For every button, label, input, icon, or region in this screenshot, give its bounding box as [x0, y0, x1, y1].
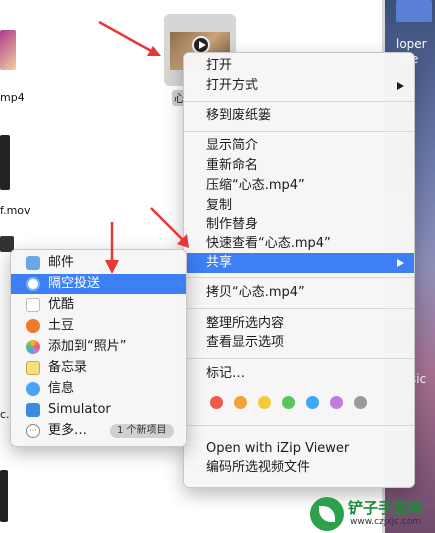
- share-item-youku[interactable]: 优酷: [11, 295, 186, 315]
- menu-item-compress[interactable]: 压缩“心态.mp4”: [184, 176, 414, 196]
- menu-separator: [184, 358, 414, 359]
- share-submenu: 邮件 隔空投送 优酷 土豆 添加到“照片” 备忘录 信息 Simulator ·…: [10, 249, 187, 447]
- share-item-label: 隔空投送: [48, 276, 101, 291]
- red-arrow-to-file: [98, 20, 161, 56]
- tag-yellow-dot[interactable]: [258, 396, 271, 409]
- menu-item-clean-up[interactable]: 整理所选内容: [184, 314, 414, 334]
- tag-purple-dot[interactable]: [330, 396, 343, 409]
- menu-item-encode-video[interactable]: 编码所选视频文件: [184, 458, 414, 478]
- share-item-label: 备忘录: [48, 360, 88, 375]
- share-item-label: 添加到“照片”: [48, 339, 127, 354]
- file-thumbnail[interactable]: [0, 135, 10, 190]
- watermark-url: www.czjxjc.com: [350, 517, 422, 527]
- mail-icon: [26, 256, 40, 270]
- share-item-mail[interactable]: 邮件: [11, 253, 186, 273]
- menu-separator: [184, 101, 414, 102]
- menu-item-open-with[interactable]: 打开方式: [184, 76, 414, 96]
- shovel-logo-icon: [310, 497, 344, 531]
- share-item-tudou[interactable]: 土豆: [11, 316, 186, 336]
- menu-item-label: 打开方式: [206, 78, 259, 93]
- file-thumbnail[interactable]: [0, 470, 8, 522]
- tag-gray-dot[interactable]: [354, 396, 367, 409]
- red-arrow-to-share: [150, 207, 189, 248]
- file-thumbnail[interactable]: [0, 30, 16, 70]
- share-item-photos[interactable]: 添加到“照片”: [11, 337, 186, 357]
- menu-item-open[interactable]: 打开: [184, 56, 414, 76]
- site-watermark: 铲子手游网 www.czjxjc.com: [310, 495, 435, 533]
- tag-green-dot[interactable]: [282, 396, 295, 409]
- menu-separator: [184, 131, 414, 132]
- share-item-notes[interactable]: 备忘录: [11, 358, 186, 378]
- share-item-label: 土豆: [48, 318, 75, 333]
- new-items-badge: 1 个新项目: [110, 424, 174, 438]
- simulator-icon: [26, 403, 40, 417]
- more-icon: ···: [26, 424, 40, 438]
- desktop-folder-icon[interactable]: [396, 0, 432, 22]
- red-arrow-to-airdrop: [105, 222, 119, 274]
- menu-separator: [184, 425, 414, 426]
- menu-separator: [184, 308, 414, 309]
- menu-item-share[interactable]: 共享: [184, 253, 414, 273]
- messages-icon: [26, 382, 40, 396]
- share-item-more[interactable]: ··· 更多… 1 个新项目: [11, 421, 186, 441]
- menu-separator: [184, 277, 414, 278]
- airdrop-icon: [26, 277, 40, 291]
- notes-icon: [26, 361, 40, 375]
- menu-item-move-to-trash[interactable]: 移到废纸篓: [184, 106, 414, 126]
- share-item-simulator[interactable]: Simulator: [11, 400, 186, 420]
- menu-item-label: 共享: [206, 255, 233, 270]
- menu-item-get-info[interactable]: 显示简介: [184, 136, 414, 156]
- menu-item-rename[interactable]: 重新命名: [184, 156, 414, 176]
- photos-icon: [26, 340, 40, 354]
- menu-item-make-alias[interactable]: 制作替身: [184, 215, 414, 235]
- youku-icon: [26, 298, 40, 312]
- share-item-label: Simulator: [48, 402, 111, 417]
- share-item-label: 信息: [48, 381, 75, 396]
- menu-item-tags[interactable]: 标记…: [184, 364, 414, 384]
- share-item-label: 更多…: [48, 423, 88, 438]
- tag-red-dot[interactable]: [210, 396, 223, 409]
- submenu-arrow-icon: [397, 82, 404, 90]
- watermark-title: 铲子手游网: [348, 499, 424, 517]
- share-item-airdrop[interactable]: 隔空投送: [11, 274, 186, 294]
- menu-item-copy[interactable]: 拷贝“心态.mp4”: [184, 283, 414, 303]
- file-label: c.: [0, 408, 10, 421]
- share-item-label: 邮件: [48, 255, 75, 270]
- menu-item-view-options[interactable]: 查看显示选项: [184, 333, 414, 353]
- share-item-messages[interactable]: 信息: [11, 379, 186, 399]
- context-menu: 打开 打开方式 移到废纸篓 显示简介 重新命名 压缩“心态.mp4” 复制 制作…: [183, 52, 415, 488]
- tag-orange-dot[interactable]: [234, 396, 247, 409]
- share-item-label: 优酷: [48, 297, 75, 312]
- menu-item-quick-look[interactable]: 快速查看“心态.mp4”: [184, 234, 414, 254]
- tudou-icon: [26, 319, 40, 333]
- menu-item-open-with-izip[interactable]: Open with iZip Viewer: [184, 439, 414, 459]
- file-label: mp4: [0, 91, 25, 104]
- submenu-arrow-icon: [397, 259, 404, 267]
- menu-item-duplicate[interactable]: 复制: [184, 196, 414, 216]
- file-label: f.mov: [0, 204, 31, 217]
- tag-blue-dot[interactable]: [306, 396, 319, 409]
- desktop-text-1: loper: [396, 37, 427, 51]
